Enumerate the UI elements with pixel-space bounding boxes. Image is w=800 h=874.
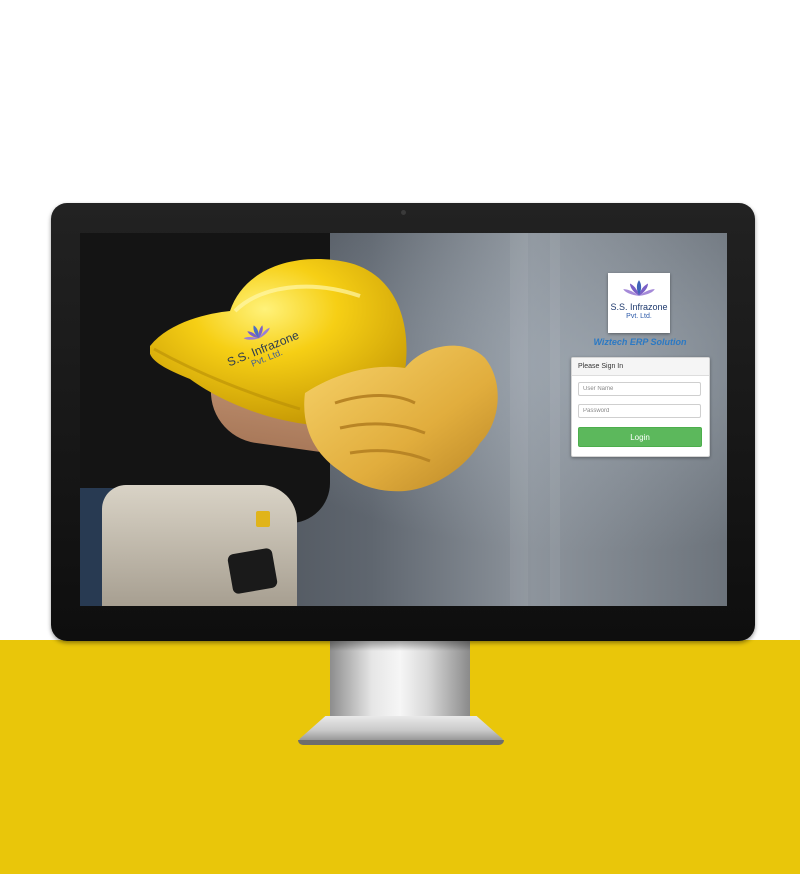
app-title: Wiztech ERP Solution (593, 337, 687, 347)
monitor-stand-base (296, 716, 506, 742)
login-button[interactable]: Login (578, 427, 702, 447)
login-panel-heading: Please Sign In (572, 358, 709, 376)
background-column (510, 233, 528, 606)
monitor: S.S. Infrazone Pvt. Ltd. S.S. Infrazone … (51, 203, 755, 641)
company-name: S.S. Infrazone (610, 302, 668, 312)
username-input[interactable] (578, 382, 701, 396)
monitor-stand-neck (330, 641, 470, 719)
lotus-logo-icon (623, 280, 655, 296)
monitor-screen: S.S. Infrazone Pvt. Ltd. S.S. Infrazone … (80, 233, 727, 606)
company-suffix: Pvt. Ltd. (626, 313, 652, 320)
password-input[interactable] (578, 404, 701, 418)
monitor-stand-shadow (330, 641, 470, 651)
login-panel: Please Sign In Login (571, 357, 710, 457)
camera-icon (401, 210, 406, 215)
monitor-stand-base-edge (298, 740, 504, 745)
work-glove-image (304, 345, 498, 492)
tool-belt-tag (256, 511, 270, 527)
company-logo: S.S. Infrazone Pvt. Ltd. (608, 273, 670, 333)
tool-belt-strap (226, 547, 279, 595)
background-column (550, 233, 560, 606)
